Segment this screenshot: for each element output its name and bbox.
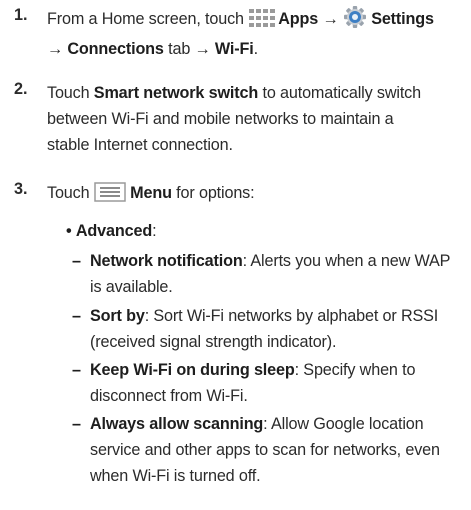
step-2: Touch Smart network switch to automatica… [47,80,467,158]
step-2-pre: Touch [47,84,94,102]
sub-item-always-allow-scanning: – Always allow scanning: Allow Google lo… [72,411,470,489]
network-notification-label: Network notification [90,252,243,270]
step-2-line-3: stable Internet connection. [47,136,233,154]
step-3-post: for options: [171,184,255,202]
step-1-line-2: → Connections tab → Wi-Fi. [47,36,467,62]
always-allow-scanning-line-2: service and other apps to scan for netwo… [90,441,440,459]
period: . [253,40,259,58]
apps-label: Apps [278,10,319,28]
connections-label: Connections [67,40,164,58]
wifi-label: Wi-Fi [214,40,254,58]
settings-gear-icon [343,6,367,36]
step-3: Touch Menu for options: [47,180,467,210]
arrow: → [194,40,215,58]
always-allow-scanning-desc: : Allow Google location [263,415,424,433]
settings-label: Settings [371,10,434,28]
apps-grid-icon [248,8,278,36]
step-3-line-1: Touch Menu for options: [47,180,467,210]
step-1-number: 1. [14,6,28,24]
step-1-line-1: From a Home screen, touch Apps → Setting… [47,6,467,36]
step-1: From a Home screen, touch Apps → Setting… [47,6,467,62]
menu-lines-icon [94,182,126,210]
menu-label: Menu [130,184,172,202]
dash-mark: – [72,252,81,270]
arrow: → [47,40,68,58]
step-3-pre: Touch [47,184,94,202]
network-notification-desc: : Alerts you when a new WAP [242,252,451,270]
dash-mark: – [72,307,81,325]
sort-by-desc: : Sort Wi-Fi networks by alphabet or RSS… [144,307,439,325]
dash-mark: – [72,415,81,433]
smart-network-switch-label: Smart network switch [93,84,259,102]
instructions-page: 1. From a Home screen, touch Apps → Sett… [0,0,471,510]
always-allow-scanning-label: Always allow scanning [90,415,264,433]
keep-wifi-line-2: disconnect from Wi-Fi. [90,387,248,405]
sub-item-network-notification: – Network notification: Alerts you when … [72,248,470,300]
sort-by-label: Sort by [90,307,145,325]
step-1-intro: From a Home screen, touch [47,10,249,28]
step-2-number: 2. [14,80,28,98]
step-2-line-1: Touch Smart network switch to automatica… [47,80,467,106]
keep-wifi-desc: : Specify when to [294,361,416,379]
sub-item-sort-by: – Sort by: Sort Wi-Fi networks by alphab… [72,303,470,355]
always-allow-scanning-line-3: when Wi-Fi is turned off. [90,467,261,485]
keep-wifi-label: Keep Wi-Fi on during sleep [90,361,295,379]
network-notification-line-2: is available. [90,278,173,296]
sort-by-line-2: (received signal strength indicator). [90,333,337,351]
step-2-line-2: between Wi-Fi and mobile networks to mai… [47,110,394,128]
sub-item-keep-wifi-on: – Keep Wi-Fi on during sleep: Specify wh… [72,357,470,409]
advanced-colon: : [152,222,157,240]
dash-mark: – [72,361,81,379]
arrow: → [318,10,343,28]
advanced-label: Advanced [75,222,153,240]
advanced-bullet: • Advanced: [66,218,157,244]
step-2-post: to automatically switch [258,84,421,102]
step-3-number: 3. [14,180,28,198]
tab-word: tab [163,40,195,58]
bullet-mark: • [66,222,72,240]
